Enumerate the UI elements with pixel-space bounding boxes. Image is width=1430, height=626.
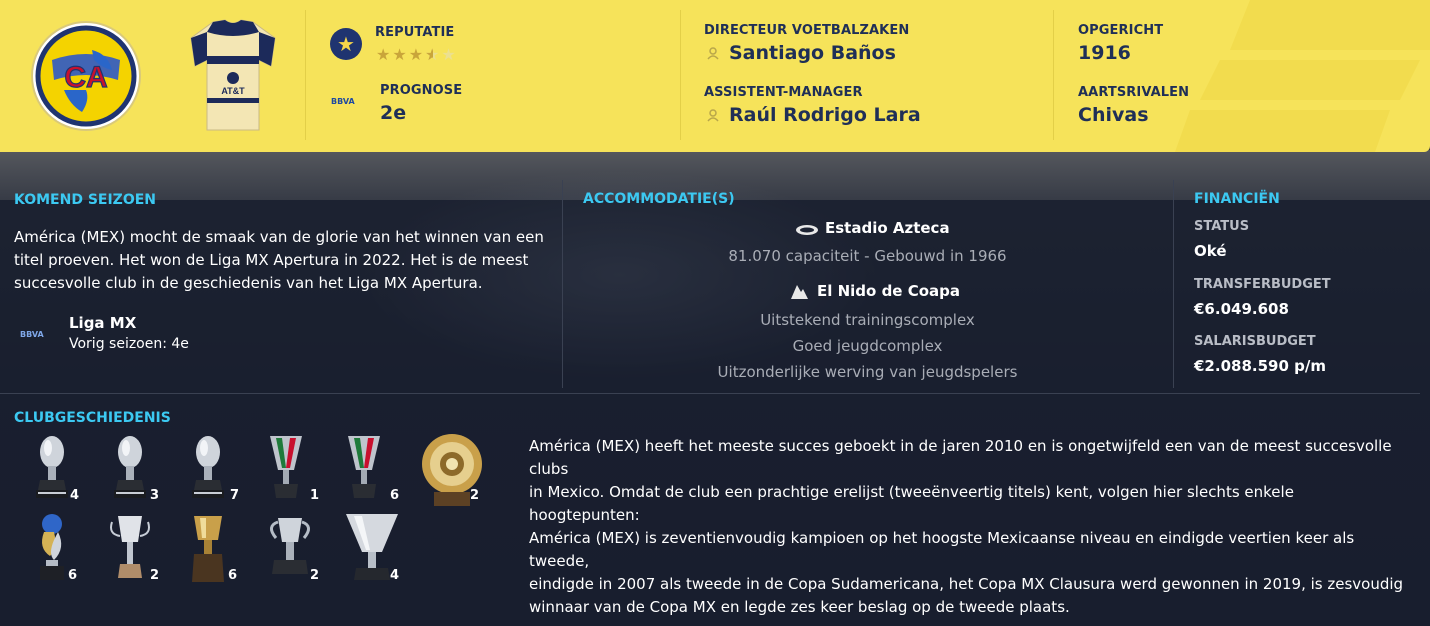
- next-season-title: KOMEND SEIZOEN: [14, 192, 157, 208]
- club-history-title: CLUBGESCHIEDENIS: [14, 410, 171, 426]
- club-header: CA AT&T ★ REPUTATIE ★★★★★★ BBVA PROGNOSE…: [0, 0, 1430, 152]
- salary-budget-value: €2.088.590 p/m: [1194, 357, 1326, 375]
- text-line: titel proeven. Het won de Liga MX Apertu…: [14, 251, 529, 269]
- reputation-label: REPUTATIE: [375, 25, 455, 40]
- training-line: Goed jeugdcomplex: [792, 337, 943, 355]
- transfer-budget-label: TRANSFERBUDGET: [1194, 277, 1331, 292]
- trophy-count: 3: [150, 488, 160, 503]
- tall-cup-trophy-icon[interactable]: [110, 512, 180, 584]
- director-name[interactable]: Santiago Baños: [729, 42, 896, 64]
- trophy-count: 1: [310, 488, 320, 503]
- club-kit[interactable]: AT&T: [183, 18, 283, 134]
- silver-cup-trophy-icon[interactable]: [32, 432, 102, 504]
- text-line: América (MEX) heeft het meeste succes ge…: [529, 437, 1392, 478]
- tricolor-cup-trophy-icon[interactable]: [266, 432, 336, 504]
- trophy-count: 6: [68, 568, 78, 583]
- club-logo[interactable]: CA: [30, 20, 142, 132]
- header-divider: [1053, 10, 1054, 140]
- finance-status-label: STATUS: [1194, 219, 1250, 234]
- finance-status-value: Oké: [1194, 242, 1227, 260]
- trophy-count: 2: [310, 568, 320, 583]
- trophy-count: 2: [470, 488, 480, 503]
- finances-title: FINANCIËN: [1194, 191, 1280, 207]
- handle-cup-trophy-icon[interactable]: [266, 512, 336, 584]
- svg-text:AT&T: AT&T: [221, 86, 245, 96]
- founded-value: 1916: [1078, 42, 1131, 64]
- training-ground-icon: [791, 285, 808, 299]
- wide-cup-trophy-icon[interactable]: [344, 512, 414, 584]
- transfer-budget-value: €6.049.608: [1194, 300, 1289, 318]
- salary-budget-label: SALARISBUDGET: [1194, 334, 1316, 349]
- gold-cup-trophy-icon[interactable]: [188, 512, 258, 584]
- stadium-icon: [796, 225, 818, 235]
- header-divider: [305, 10, 306, 140]
- trophy-count: 2: [150, 568, 160, 583]
- text-line: in Mexico. Omdat de club een prachtige e…: [529, 483, 1294, 524]
- silver-cup-trophy-icon[interactable]: [110, 432, 180, 504]
- rivals-label: AARTSRIVALEN: [1078, 85, 1190, 100]
- reputation-star-icon: ★: [330, 28, 362, 60]
- text-line: América (MEX) is zeventienvoudig kampioe…: [529, 529, 1355, 570]
- stadium-details: 81.070 capaciteit - Gebouwd in 1966: [600, 247, 1135, 265]
- trophy-count: 6: [390, 488, 400, 503]
- header-decoration: [1175, 0, 1430, 152]
- text-line: winnaar van de Copa MX en legde zes keer…: [529, 598, 1070, 616]
- training-line: Uitzonderlijke werving van jeugdspelers: [717, 363, 1018, 381]
- section-divider: [1173, 180, 1174, 388]
- assistant-label: ASSISTENT-MANAGER: [704, 85, 863, 100]
- trophy-count: 6: [228, 568, 238, 583]
- league-logo: BBVA: [20, 330, 44, 339]
- league-logo: BBVA: [331, 97, 355, 106]
- club-history-text: América (MEX) heeft het meeste succes ge…: [529, 435, 1409, 619]
- forecast-label: PROGNOSE: [380, 83, 463, 98]
- trophy-count: 4: [70, 488, 80, 503]
- separator: -: [864, 247, 870, 265]
- facilities-title: ACCOMMODATIE(S): [583, 191, 735, 207]
- silver-cup-trophy-icon[interactable]: [188, 432, 258, 504]
- globe-trophy-trophy-icon[interactable]: [32, 512, 102, 584]
- header-divider: [680, 10, 681, 140]
- founded-label: OPGERICHT: [1078, 23, 1164, 38]
- stadium-capacity: 81.070 capaciteit: [728, 247, 860, 265]
- svg-text:CA: CA: [64, 61, 107, 94]
- text-line: eindigde in 2007 als tweede in de Copa S…: [529, 575, 1404, 593]
- league-name[interactable]: Liga MX: [69, 314, 136, 332]
- gold-plate-trophy-icon[interactable]: [420, 432, 490, 506]
- rivals-value[interactable]: Chivas: [1078, 104, 1149, 126]
- text-line: América (MEX) mocht de smaak van de glor…: [14, 228, 544, 246]
- tricolor-cup-trophy-icon[interactable]: [344, 432, 414, 504]
- director-label: DIRECTEUR VOETBALZAKEN: [704, 23, 910, 38]
- next-season-description: América (MEX) mocht de smaak van de glor…: [14, 226, 544, 295]
- stadium-name[interactable]: Estadio Azteca: [825, 219, 950, 237]
- trophy-count: 7: [230, 488, 240, 503]
- training-line: Uitstekend trainingscomplex: [760, 311, 975, 329]
- stadium-built: Gebouwd in 1966: [874, 247, 1007, 265]
- text-line: succesvolle club in de geschiedenis van …: [14, 274, 483, 292]
- person-icon: [707, 47, 719, 60]
- league-last-season: Vorig seizoen: 4e: [69, 336, 189, 352]
- forecast-value: 2e: [380, 102, 407, 124]
- reputation-stars: ★★★★★★: [376, 45, 458, 64]
- assistant-name[interactable]: Raúl Rodrigo Lara: [729, 104, 921, 126]
- person-icon: [707, 109, 719, 122]
- training-ground-name[interactable]: El Nido de Coapa: [817, 282, 960, 300]
- section-divider: [562, 180, 563, 388]
- section-divider: [0, 393, 1420, 394]
- trophy-count: 4: [390, 568, 400, 583]
